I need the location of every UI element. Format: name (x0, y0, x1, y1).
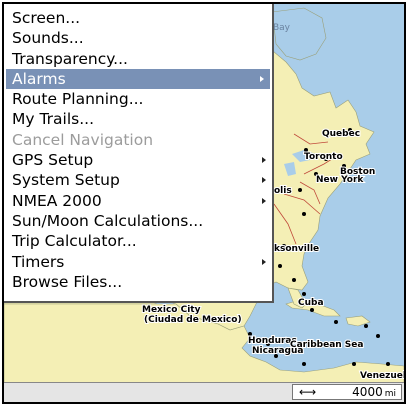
map-scale[interactable]: ⟷ 4000 mi (292, 384, 402, 400)
menu-item-my-trails[interactable]: My Trails... (4, 109, 272, 129)
menu-item-label: Route Planning... (12, 90, 144, 109)
status-bar: ⟷ 4000 mi (4, 382, 404, 402)
menu-item-trip-calculator[interactable]: Trip Calculator... (4, 231, 272, 251)
menu-item-label: GPS Setup (12, 151, 94, 170)
submenu-arrow-icon (262, 177, 266, 184)
scale-value: 4000 (352, 385, 383, 399)
menu-item-sounds[interactable]: Sounds... (4, 28, 272, 48)
label-new-york: New York (316, 175, 364, 185)
label-ciudad-de-mexico: (Ciudad de Mexico) (144, 315, 242, 325)
menu-item-system-setup[interactable]: System Setup (4, 170, 272, 190)
menu-item-alarms[interactable]: Alarms (6, 68, 270, 90)
horizontal-double-arrow-icon: ⟷ (299, 385, 317, 399)
menu-item-sun-moon[interactable]: Sun/Moon Calculations... (4, 211, 272, 231)
label-jacksonville: ksonville (274, 244, 319, 254)
menu-item-browse-files[interactable]: Browse Files... (4, 272, 272, 292)
label-toronto: Toronto (304, 152, 343, 162)
menu-item-label: Browse Files... (12, 272, 123, 291)
water-hudson-bay (271, 7, 327, 61)
menu-item-label: Alarms (12, 69, 66, 88)
menu-item-label: Timers (12, 252, 65, 271)
menu-item-label: Sounds... (12, 29, 84, 48)
menu-item-label: Cancel Navigation (12, 130, 154, 149)
scale-unit: mi (384, 389, 396, 399)
menu-item-label: System Setup (12, 171, 120, 190)
menu-item-cancel-navigation: Cancel Navigation (4, 130, 272, 150)
submenu-arrow-icon (262, 197, 266, 204)
menu-item-label: NMEA 2000 (12, 191, 102, 210)
menu-item-gps-setup[interactable]: GPS Setup (4, 150, 272, 170)
submenu-arrow-icon (262, 258, 266, 265)
menu-item-label: Screen... (12, 9, 81, 27)
submenu-arrow-icon (262, 157, 266, 164)
menu-item-label: My Trails... (12, 110, 95, 129)
menu-item-label: Trip Calculator... (12, 232, 137, 251)
label-indianapolis: olis (274, 186, 292, 196)
menu-item-label: Sun/Moon Calculations... (12, 211, 204, 230)
menu-item-route-planning[interactable]: Route Planning... (4, 89, 272, 109)
gps-screen: Hudson Bay Quebec Toronto Boston New Yor… (2, 2, 406, 404)
menu-item-screen[interactable]: Screen... (4, 8, 272, 28)
label-quebec: Quebec (322, 129, 360, 139)
label-mexico-city: Mexico City (142, 305, 201, 315)
label-caribbean-sea: Caribbean Sea (290, 340, 363, 350)
label-cuba: Cuba (298, 298, 324, 308)
menu-item-transparency[interactable]: Transparency... (4, 49, 272, 69)
menu-item-label: Transparency... (12, 49, 128, 68)
submenu-arrow-icon (260, 75, 264, 82)
label-venezuela: Venezuela (360, 371, 404, 381)
menu-item-nmea-2000[interactable]: NMEA 2000 (4, 191, 272, 211)
main-menu: Screen... Sounds... Transparency... Alar… (4, 4, 274, 303)
menu-item-timers[interactable]: Timers (4, 252, 272, 272)
